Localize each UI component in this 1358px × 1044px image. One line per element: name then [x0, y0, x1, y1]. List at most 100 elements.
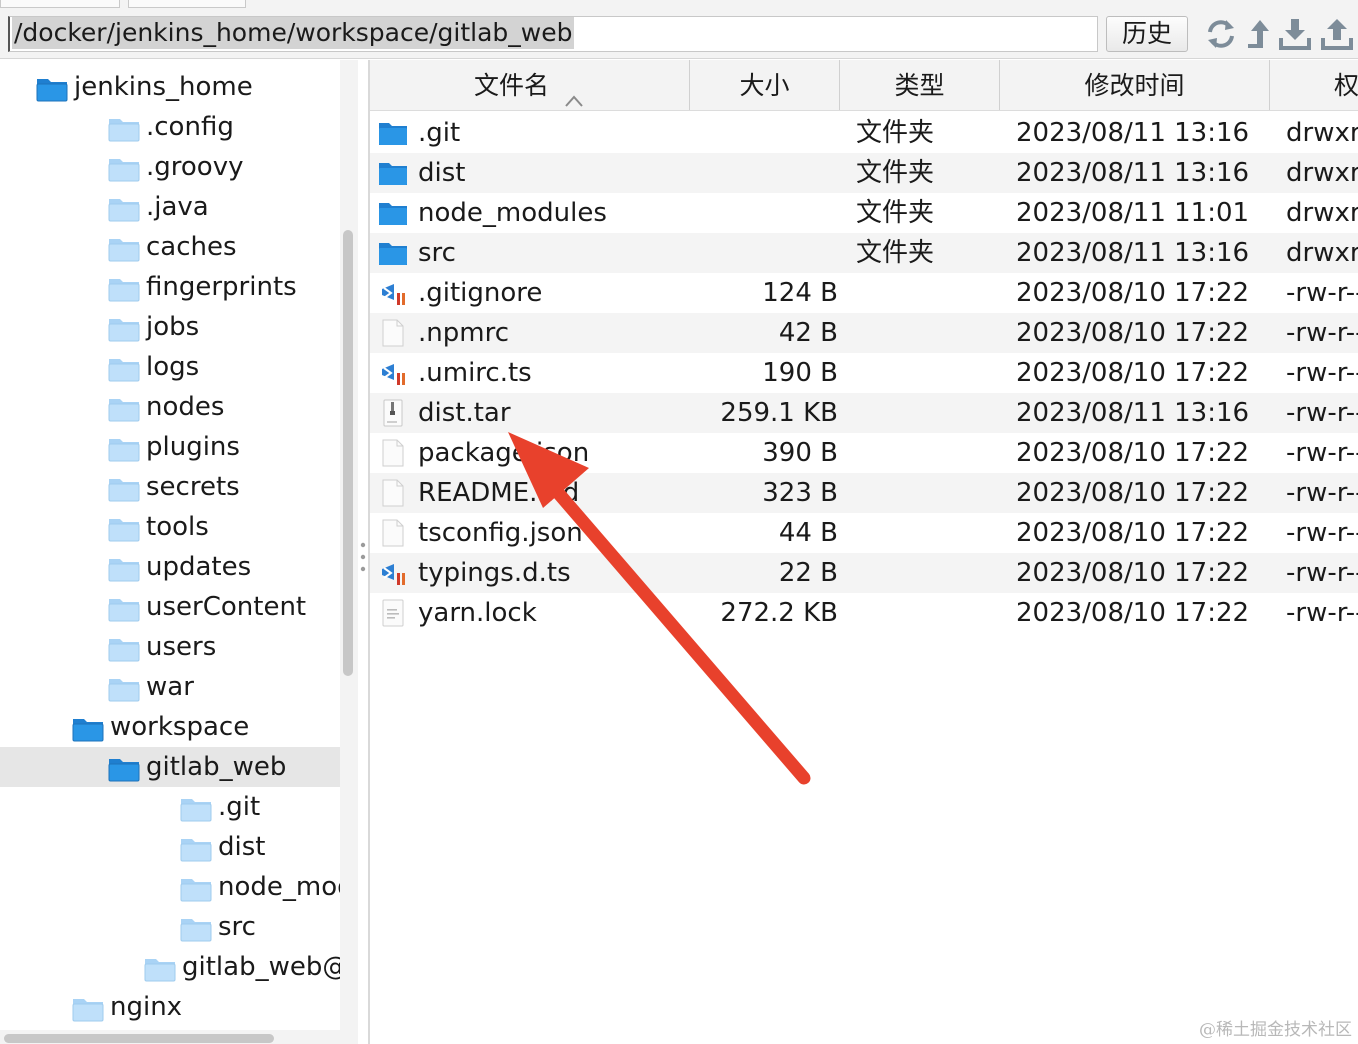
table-row[interactable]: yarn.lock272.2 KB2023/08/10 17:22-rw-r--… [370, 593, 1358, 633]
tree-item[interactable]: plugins [0, 427, 340, 467]
path-toolbar: /docker/jenkins_home/workspace/gitlab_we… [0, 0, 1358, 59]
tree-item[interactable]: src [0, 907, 340, 947]
folder-icon [378, 153, 410, 193]
column-header-name-label: 文件名 [474, 71, 550, 100]
blank-file-icon [378, 433, 410, 473]
tree-item-label: users [146, 632, 217, 662]
blank-file-icon [378, 473, 410, 513]
table-row[interactable]: .umirc.ts190 B2023/08/10 17:22-rw-r--r-- [370, 353, 1358, 393]
folder-icon [108, 114, 140, 142]
tree-item[interactable]: updates [0, 547, 340, 587]
blank-file-icon [378, 313, 410, 353]
folder-icon [180, 914, 212, 942]
folder-icon [108, 474, 140, 502]
tree-item[interactable]: userContent [0, 587, 340, 627]
folder-icon [108, 634, 140, 662]
tree-item[interactable]: .groovy [0, 147, 340, 187]
file-size-cell: 272.2 KB [720, 598, 838, 628]
history-button[interactable]: 历史 [1106, 16, 1188, 52]
table-row[interactable]: .npmrc42 B2023/08/10 17:22-rw-r--r-- [370, 313, 1358, 353]
tree-item[interactable]: fingerprints [0, 267, 340, 307]
file-size-cell: 323 B [762, 478, 838, 508]
file-type-cell [856, 473, 976, 513]
tree-item[interactable]: users [0, 627, 340, 667]
tree-hscroll-thumb[interactable] [4, 1034, 274, 1043]
refresh-icon[interactable] [1204, 16, 1238, 52]
file-type-cell: 文件夹 [856, 158, 935, 188]
table-row[interactable]: src文件夹2023/08/11 13:16drwxr-xr-x [370, 233, 1358, 273]
tree-item[interactable]: .config [0, 107, 340, 147]
table-row[interactable]: package.json390 B2023/08/10 17:22-rw-r--… [370, 433, 1358, 473]
file-permission-cell: -rw-r--r-- [1286, 438, 1358, 468]
tree-item[interactable]: workspace [0, 707, 340, 747]
file-modified-cell: 2023/08/11 13:16 [1016, 238, 1250, 268]
tree-item[interactable]: nginx [0, 987, 340, 1027]
tree-item-label: logs [146, 352, 200, 382]
splitter-grip-icon[interactable] [359, 540, 367, 574]
tree-item[interactable]: logs [0, 347, 340, 387]
tree-item[interactable]: .java [0, 187, 340, 227]
tree-item[interactable]: caches [0, 227, 340, 267]
file-permission-cell: -rw-r--r-- [1286, 398, 1358, 428]
file-permission-cell: -rw-r--r-- [1286, 558, 1358, 588]
tab-stub-left[interactable] [0, 0, 120, 8]
file-type-cell: 文件夹 [856, 198, 935, 228]
download-icon[interactable] [1278, 16, 1312, 52]
blank-file-icon [378, 513, 410, 553]
table-row[interactable]: README.md323 B2023/08/10 17:22-rw-r--r-- [370, 473, 1358, 513]
tab-stub-right[interactable] [128, 0, 246, 8]
table-row[interactable]: dist文件夹2023/08/11 13:16drwxr-xr-x [370, 153, 1358, 193]
archive-file-icon [378, 393, 410, 433]
tree-item-label: .config [146, 112, 234, 142]
tree-item-label: war [146, 672, 194, 702]
column-header-modified[interactable]: 修改时间 [1000, 60, 1270, 110]
up-arrow-icon[interactable] [1244, 16, 1272, 52]
vscode-file-icon [378, 353, 410, 393]
tree-item-label: secrets [146, 472, 240, 502]
folder-icon [108, 394, 140, 422]
file-permission-cell: -rw-r--r-- [1286, 478, 1358, 508]
table-row[interactable]: node_modules文件夹2023/08/11 11:01drwxr-xr-… [370, 193, 1358, 233]
file-permission-cell: -rw-r--r-- [1286, 518, 1358, 548]
tree-item[interactable]: dist [0, 827, 340, 867]
tree-item[interactable]: jobs [0, 307, 340, 347]
watermark: @稀土掘金技术社区 [1199, 1020, 1352, 1040]
table-row[interactable]: tsconfig.json44 B2023/08/10 17:22-rw-r--… [370, 513, 1358, 553]
path-text[interactable]: /docker/jenkins_home/workspace/gitlab_we… [12, 17, 575, 49]
tree-item[interactable]: gitlab_web@tmp [0, 947, 340, 987]
folder-icon [72, 714, 104, 742]
folder-icon [108, 314, 140, 342]
tree-scroll-thumb[interactable] [343, 230, 353, 676]
tree-item-label: jenkins_home [74, 72, 253, 102]
tree-item[interactable]: tools [0, 507, 340, 547]
file-modified-cell: 2023/08/10 17:22 [1016, 558, 1250, 588]
column-header-size[interactable]: 大小 [690, 60, 840, 110]
tree-item[interactable]: gitlab_web [0, 747, 340, 787]
column-header-permission[interactable]: 权限 [1270, 60, 1358, 110]
tree-item[interactable]: secrets [0, 467, 340, 507]
folder-icon [180, 794, 212, 822]
upload-icon[interactable] [1320, 16, 1354, 52]
tree-item[interactable]: war [0, 667, 340, 707]
tree-item[interactable]: node_modules [0, 867, 340, 907]
folder-icon [72, 994, 104, 1022]
folder-icon [108, 274, 140, 302]
file-modified-cell: 2023/08/11 13:16 [1016, 118, 1250, 148]
folder-icon [108, 674, 140, 702]
folder-icon [108, 354, 140, 382]
table-row[interactable]: .git文件夹2023/08/11 13:16drwxr-xr-x [370, 113, 1358, 153]
tree-item[interactable]: nodes [0, 387, 340, 427]
tree-item-label: dist [218, 832, 266, 862]
tree-item-label: nginx [110, 992, 183, 1022]
table-row[interactable]: .gitignore124 B2023/08/10 17:22-rw-r--r-… [370, 273, 1358, 313]
column-header-name[interactable]: 文件名 [370, 60, 690, 110]
column-header-type[interactable]: 类型 [840, 60, 1000, 110]
tree-item[interactable]: .git [0, 787, 340, 827]
file-type-cell [856, 513, 976, 553]
table-row[interactable]: typings.d.ts22 B2023/08/10 17:22-rw-r--r… [370, 553, 1358, 593]
tree-item[interactable]: jenkins_home [0, 67, 340, 107]
vscode-file-icon [378, 553, 410, 593]
file-modified-cell: 2023/08/10 17:22 [1016, 478, 1250, 508]
file-type-cell [856, 593, 976, 633]
table-row[interactable]: dist.tar259.1 KB2023/08/11 13:16-rw-r--r… [370, 393, 1358, 433]
